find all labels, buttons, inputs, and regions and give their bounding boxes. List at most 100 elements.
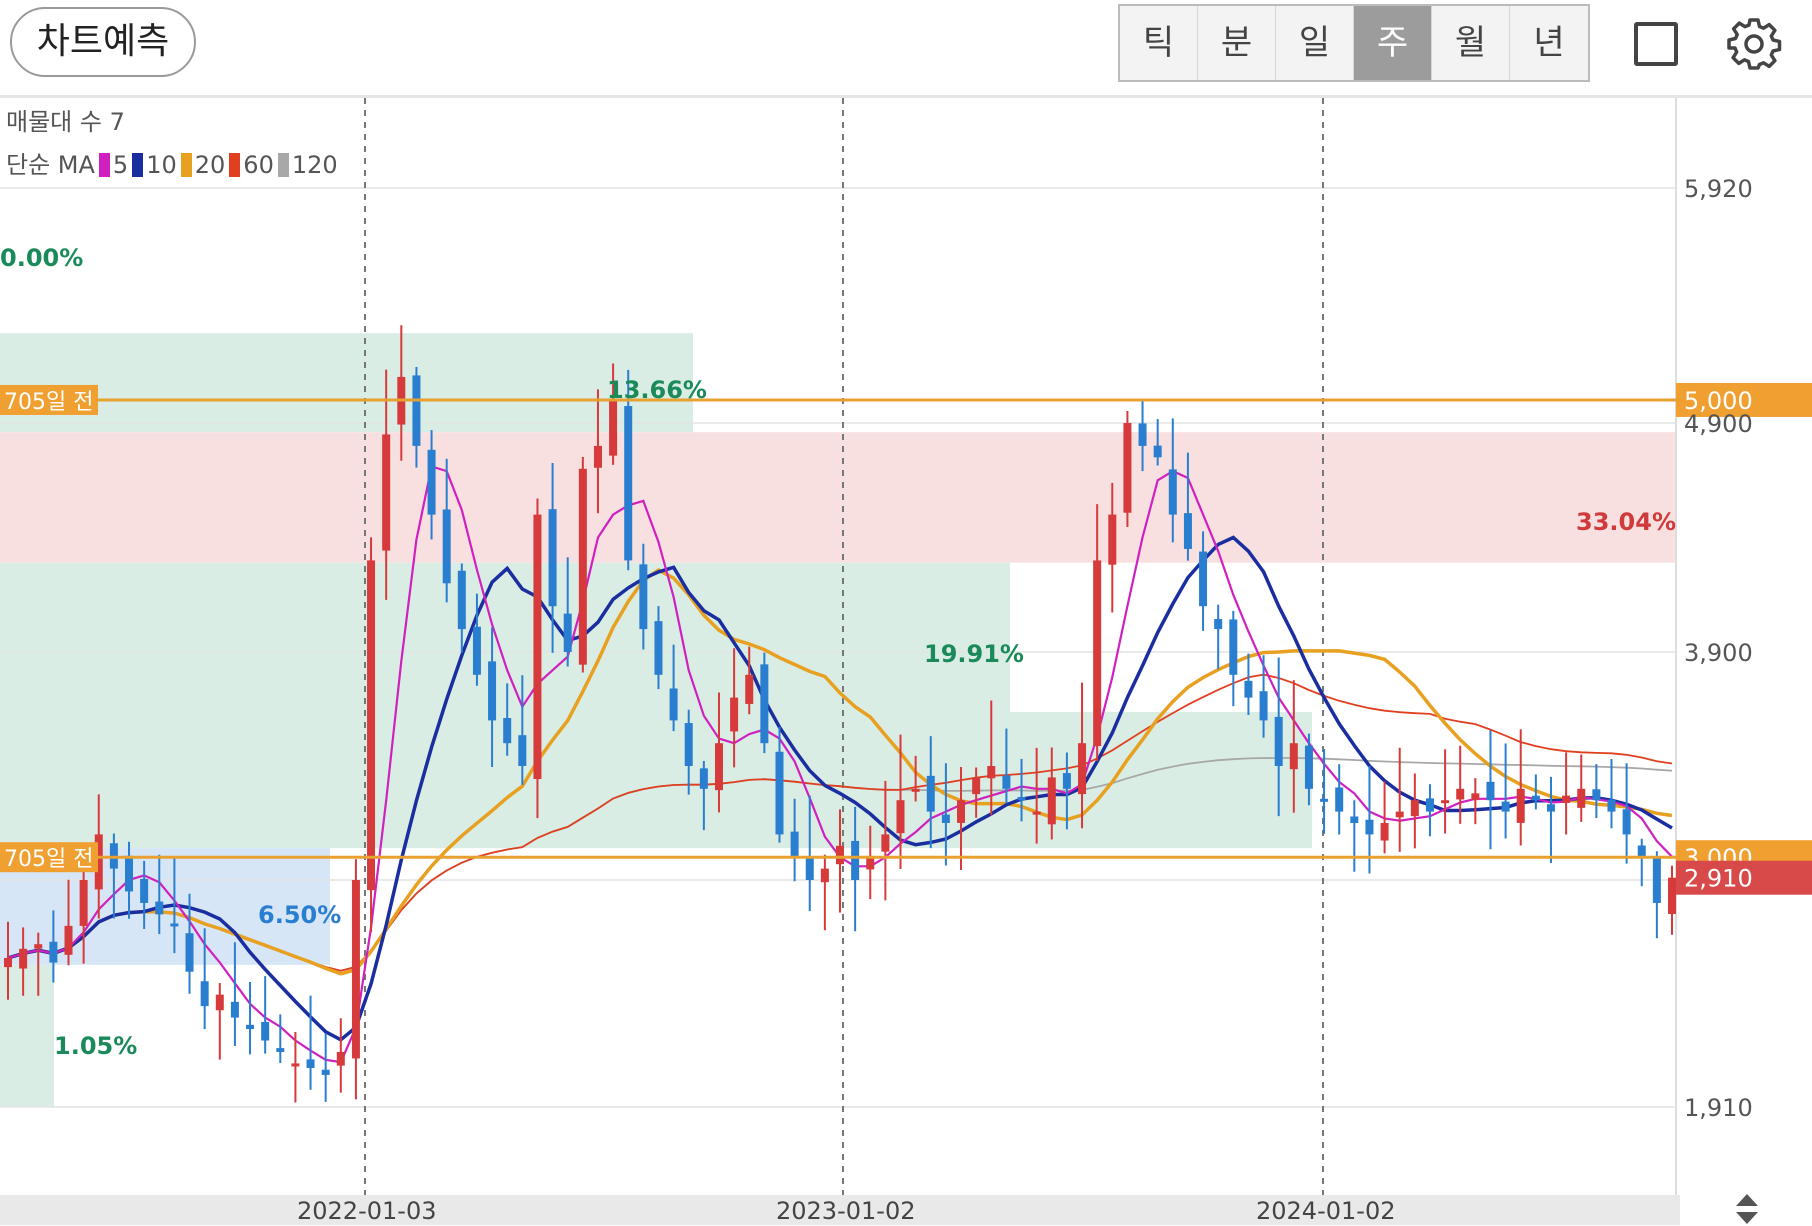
candle-body	[1108, 514, 1117, 565]
chart-predict-button[interactable]: 차트예측	[10, 7, 196, 77]
candle-body	[215, 994, 224, 1011]
candle-body	[972, 777, 981, 795]
candle-body	[866, 857, 875, 870]
candle-body	[488, 661, 497, 721]
ma20-swatch	[180, 153, 192, 177]
candle-body	[427, 449, 436, 515]
timeframe-minute-button[interactable]: 분	[1198, 6, 1276, 80]
candle-body	[881, 834, 890, 852]
candle-body	[941, 814, 950, 823]
ma10-swatch	[132, 153, 144, 177]
candle-body	[1516, 788, 1525, 823]
candle-body	[1471, 793, 1480, 801]
candle-body	[851, 840, 860, 880]
candle-body	[699, 768, 708, 789]
candle-body	[1320, 798, 1329, 802]
candle-body	[1032, 811, 1041, 815]
candle-body	[155, 901, 164, 915]
candle-body	[336, 1051, 345, 1066]
candle-body	[1380, 823, 1389, 841]
candle-body	[684, 723, 693, 766]
ma60-swatch	[229, 153, 241, 177]
ma-legend-title: 단순 MA	[6, 151, 95, 179]
candle-body	[34, 944, 43, 949]
candle-body	[49, 941, 58, 963]
zone-percent-label: 33.04%	[1576, 508, 1676, 536]
top-toolbar: 차트예측 틱 분 일 주 월 년	[0, 0, 1812, 95]
candle-body	[1637, 845, 1646, 858]
price-tick-label: 3,900	[1684, 639, 1753, 667]
candle-body	[987, 766, 996, 779]
candle-body	[1486, 781, 1495, 801]
candle-body	[1153, 445, 1162, 458]
candle-body	[382, 434, 391, 551]
candle-body	[1531, 795, 1540, 801]
timeframe-selector: 틱 분 일 주 월 년	[1118, 4, 1590, 82]
price-chart[interactable]: 705일 전 5,000705일 전 3,000 0.00%13.66%33.04%…	[0, 98, 1812, 1195]
timeframe-tick-button[interactable]: 틱	[1120, 6, 1198, 80]
timeframe-month-button[interactable]: 월	[1432, 6, 1510, 80]
candle-body	[185, 933, 194, 972]
ma120-label: 120	[291, 151, 338, 179]
zone-band	[0, 333, 693, 433]
axis-resize-icon[interactable]	[1732, 1192, 1762, 1226]
price-tick-label: 1,910	[1684, 1094, 1753, 1122]
square-icon[interactable]	[1634, 22, 1678, 66]
timeframe-week-button[interactable]: 주	[1354, 6, 1432, 80]
price-tick-label: 4,900	[1684, 410, 1753, 438]
ma5-label: 5	[112, 151, 129, 179]
ma120-swatch	[277, 153, 289, 177]
candle-body	[1441, 800, 1450, 804]
candle-body	[563, 613, 572, 652]
candle-body	[1577, 788, 1586, 808]
candle-body	[533, 514, 542, 780]
date-tick: 2022-01-03	[297, 1197, 437, 1225]
reference-label: 705일 전	[4, 847, 93, 872]
candle-body	[125, 855, 134, 892]
zone-band	[0, 432, 1676, 563]
candle-body	[518, 735, 527, 766]
candle-body	[321, 1069, 330, 1075]
candle-body	[609, 399, 618, 456]
candle-body	[1592, 789, 1601, 801]
candle-body	[578, 468, 587, 665]
candle-body	[19, 948, 28, 969]
candle-body	[170, 923, 179, 927]
candle-body	[957, 800, 966, 823]
candle-body	[230, 1001, 239, 1018]
candle-body	[639, 564, 648, 630]
zone-percent-label: 6.50%	[258, 901, 341, 929]
candle-body	[896, 800, 905, 834]
candle-body	[1199, 551, 1208, 607]
timeframe-day-button[interactable]: 일	[1276, 6, 1354, 80]
candle-body	[246, 1024, 255, 1030]
timeframe-year-button[interactable]: 년	[1510, 6, 1588, 80]
zone-19-91	[0, 562, 1010, 712]
gear-icon[interactable]	[1726, 16, 1782, 72]
candle-body	[624, 406, 633, 561]
candle-body	[1123, 423, 1132, 513]
candle-body	[911, 788, 920, 792]
candle-body	[1183, 513, 1192, 549]
candle-body	[926, 775, 935, 812]
candle-body	[1668, 877, 1676, 914]
candle-body	[351, 880, 360, 1059]
ma20-label: 20	[194, 151, 226, 179]
candle-body	[1335, 787, 1344, 812]
candle-body	[442, 509, 451, 584]
ma5-swatch	[98, 153, 110, 177]
date-tick: 2024-01-02	[1256, 1197, 1396, 1225]
candle-body	[1002, 775, 1011, 789]
candle-body	[836, 845, 844, 865]
candle-body	[1652, 858, 1661, 903]
candle-body	[1425, 798, 1434, 812]
date-tick: 2023-01-02	[776, 1197, 916, 1225]
zone-percent-label: 19.91%	[924, 640, 1024, 668]
zone-percent-label: 13.66%	[607, 376, 707, 404]
candle-body	[306, 1059, 315, 1069]
candle-body	[714, 743, 723, 791]
candle-body	[593, 445, 602, 468]
ma60-label: 60	[243, 151, 274, 179]
candle-body	[548, 509, 557, 607]
candle-body	[367, 560, 376, 891]
